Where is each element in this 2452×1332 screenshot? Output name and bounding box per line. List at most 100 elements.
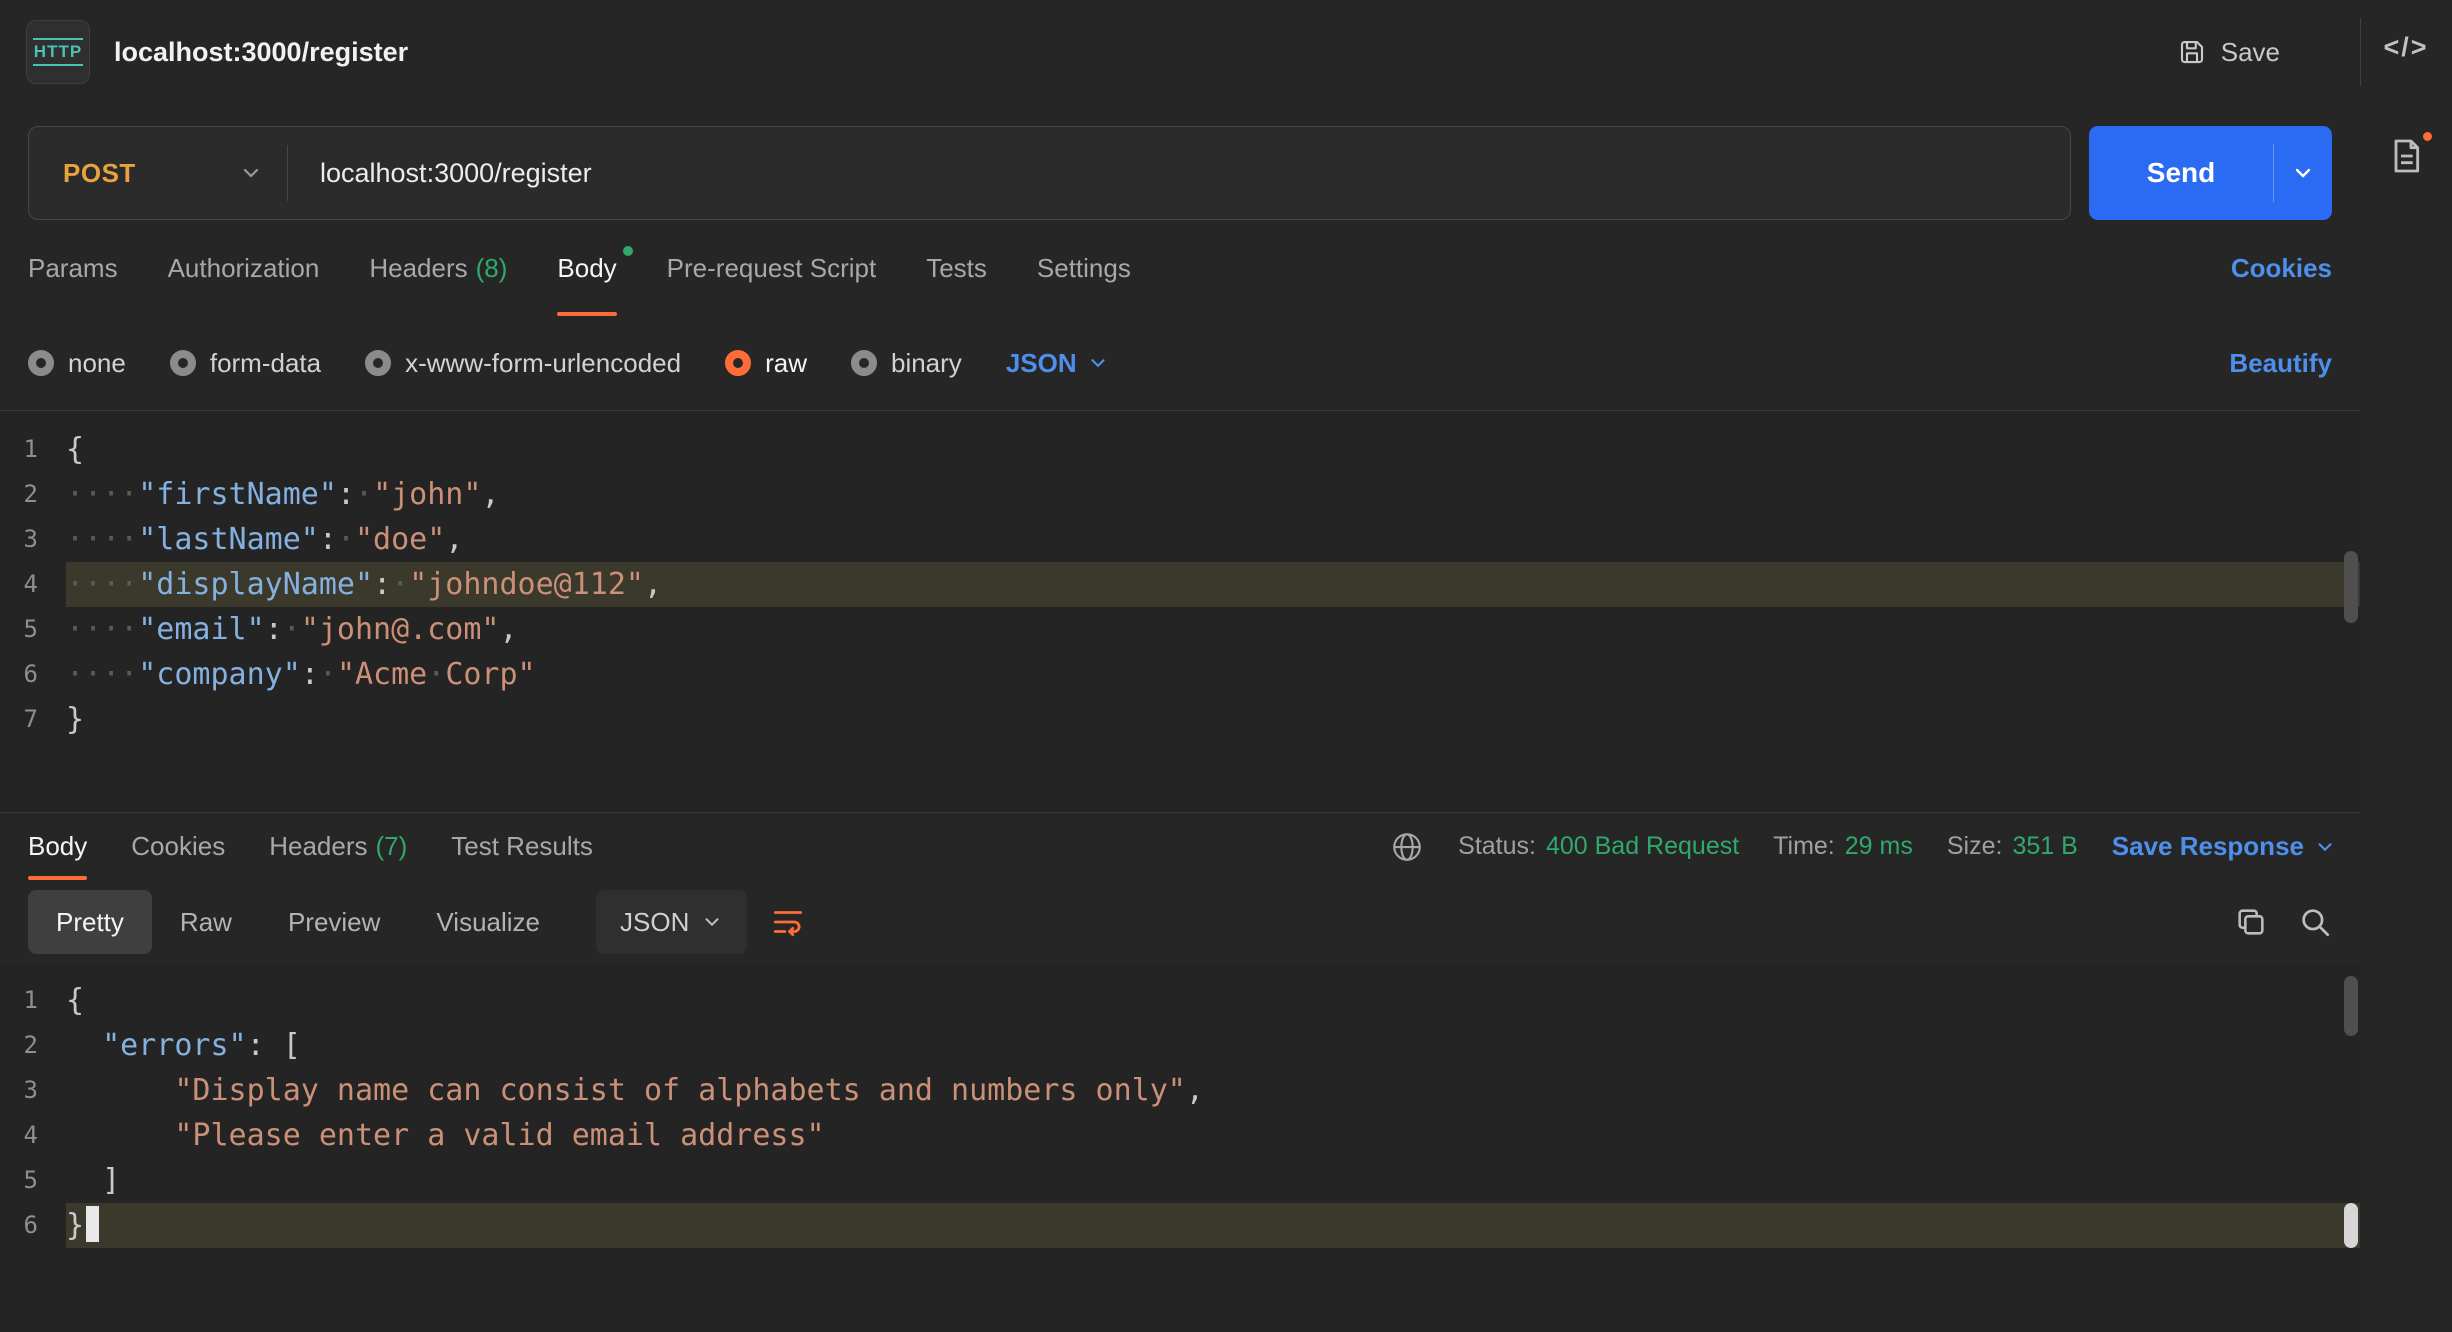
- current-line-marker: [2344, 1203, 2358, 1248]
- copy-button[interactable]: [2234, 905, 2268, 939]
- headers-count: (8): [476, 253, 508, 284]
- code-line[interactable]: 2 "errors": [: [0, 1023, 2360, 1068]
- search-button[interactable]: [2298, 905, 2332, 939]
- code-token: ,: [1186, 1073, 1204, 1108]
- body-type-form-data[interactable]: form-data: [170, 348, 321, 379]
- http-logo-label: HTTP: [33, 38, 83, 66]
- code-snippet-button[interactable]: </>: [2383, 32, 2428, 63]
- copy-icon: [2234, 905, 2268, 939]
- code-token: :: [319, 522, 337, 557]
- radio-selected-icon: [725, 350, 751, 376]
- response-meta: Status:400 Bad Request Time:29 ms Size:3…: [1390, 813, 2336, 880]
- view-pretty[interactable]: Pretty: [28, 890, 152, 954]
- code-token: {: [66, 983, 84, 1018]
- tab-headers[interactable]: Headers(8): [369, 220, 507, 316]
- code-token: ·: [337, 522, 355, 557]
- code-line[interactable]: 1{: [0, 978, 2360, 1023]
- code-line[interactable]: 3····"lastName":·"doe",: [0, 517, 2360, 562]
- code-line[interactable]: 5····"email":·"john@.com",: [0, 607, 2360, 652]
- line-number: 7: [0, 697, 66, 742]
- size-badge: Size: 351 B: [1947, 832, 2078, 861]
- method-label: POST: [63, 158, 136, 189]
- tab-label: Pre-request Script: [667, 253, 877, 284]
- tab-tests[interactable]: Tests: [926, 220, 987, 316]
- save-button[interactable]: Save: [2177, 37, 2280, 68]
- tab-params[interactable]: Params: [28, 220, 118, 316]
- code-token: ·: [319, 657, 337, 692]
- code-token: "displayName": [138, 567, 373, 602]
- main-panel: HTTP localhost:3000/register Save POST: [0, 0, 2360, 1332]
- body-type-none[interactable]: none: [28, 348, 126, 379]
- wrap-text-button[interactable]: [769, 903, 807, 941]
- response-tab-test-results[interactable]: Test Results: [451, 813, 593, 880]
- beautify-link[interactable]: Beautify: [2229, 348, 2332, 379]
- code-line[interactable]: 6····"company":·"Acme·Corp": [0, 652, 2360, 697]
- code-token: "Please enter a valid email address": [174, 1118, 824, 1153]
- code-line[interactable]: 2····"firstName":·"john",: [0, 472, 2360, 517]
- documentation-button[interactable]: [2386, 136, 2426, 179]
- topbar: HTTP localhost:3000/register Save: [0, 0, 2360, 104]
- view-raw[interactable]: Raw: [152, 890, 260, 954]
- code-line[interactable]: 1{: [0, 427, 2360, 472]
- tab-pre-request-script[interactable]: Pre-request Script: [667, 220, 877, 316]
- tab-body[interactable]: Body: [557, 220, 616, 316]
- tab-label: Test Results: [451, 831, 593, 862]
- scrollbar-thumb[interactable]: [2344, 551, 2358, 623]
- code-token: "doe": [355, 522, 445, 557]
- response-format-dropdown[interactable]: JSON: [596, 890, 747, 954]
- code-line[interactable]: 7}: [0, 697, 2360, 742]
- radio-icon: [851, 350, 877, 376]
- code-text: }: [66, 1203, 2360, 1248]
- line-number: 1: [0, 978, 66, 1023]
- option-label: none: [68, 348, 126, 379]
- request-body-editor[interactable]: 1{2····"firstName":·"john",3····"lastNam…: [0, 410, 2360, 812]
- body-format-dropdown[interactable]: JSON: [1006, 348, 1109, 379]
- code-token: }: [66, 702, 84, 737]
- tab-settings[interactable]: Settings: [1037, 220, 1131, 316]
- code-token: [66, 1028, 102, 1063]
- save-label: Save: [2221, 37, 2280, 68]
- tab-authorization[interactable]: Authorization: [168, 220, 320, 316]
- code-line[interactable]: 4 "Please enter a valid email address": [0, 1113, 2360, 1158]
- response-tab-body[interactable]: Body: [28, 813, 87, 880]
- save-icon: [2177, 37, 2207, 67]
- code-text: ····"firstName":·"john",: [66, 472, 2360, 517]
- code-token: :: [247, 1028, 265, 1063]
- code-token: "johndoe@112": [409, 567, 644, 602]
- tab-label: Authorization: [168, 253, 320, 284]
- response-tools: [2234, 905, 2332, 939]
- response-tab-headers[interactable]: Headers(7): [269, 813, 407, 880]
- code-token: ····: [66, 477, 138, 512]
- request-url-bar: POST localhost:3000/register Send: [28, 126, 2332, 220]
- code-token: Corp": [445, 657, 535, 692]
- option-label: form-data: [210, 348, 321, 379]
- url-input[interactable]: localhost:3000/register: [288, 158, 2070, 189]
- view-visualize[interactable]: Visualize: [408, 890, 568, 954]
- code-line[interactable]: 5 ]: [0, 1158, 2360, 1203]
- body-type-binary[interactable]: binary: [851, 348, 962, 379]
- code-text: {: [66, 978, 2360, 1023]
- send-options-button[interactable]: [2274, 126, 2332, 220]
- search-icon: [2298, 905, 2332, 939]
- body-type-raw[interactable]: raw: [725, 348, 807, 379]
- code-token: :: [337, 477, 355, 512]
- code-line[interactable]: 3 "Display name can consist of alphabets…: [0, 1068, 2360, 1113]
- method-selector[interactable]: POST: [29, 127, 287, 219]
- response-body-editor[interactable]: 1{2 "errors": [3 "Display name can consi…: [0, 964, 2360, 1332]
- body-type-x-www-form-urlencoded[interactable]: x-www-form-urlencoded: [365, 348, 681, 379]
- code-token: ,: [644, 567, 662, 602]
- scrollbar-thumb[interactable]: [2344, 976, 2358, 1036]
- code-line[interactable]: 6}: [0, 1203, 2360, 1248]
- code-token: :: [265, 612, 283, 647]
- cookies-link[interactable]: Cookies: [2231, 253, 2332, 284]
- time-value: 29 ms: [1845, 832, 1913, 861]
- size-label: Size:: [1947, 832, 2003, 861]
- code-token: ]: [102, 1163, 120, 1198]
- send-button[interactable]: Send: [2089, 126, 2273, 220]
- save-response-button[interactable]: Save Response: [2112, 831, 2336, 862]
- response-tab-cookies[interactable]: Cookies: [131, 813, 225, 880]
- size-value: 351 B: [2012, 832, 2077, 861]
- code-text: ]: [66, 1158, 2360, 1203]
- code-line[interactable]: 4····"displayName":·"johndoe@112",: [0, 562, 2360, 607]
- view-preview[interactable]: Preview: [260, 890, 408, 954]
